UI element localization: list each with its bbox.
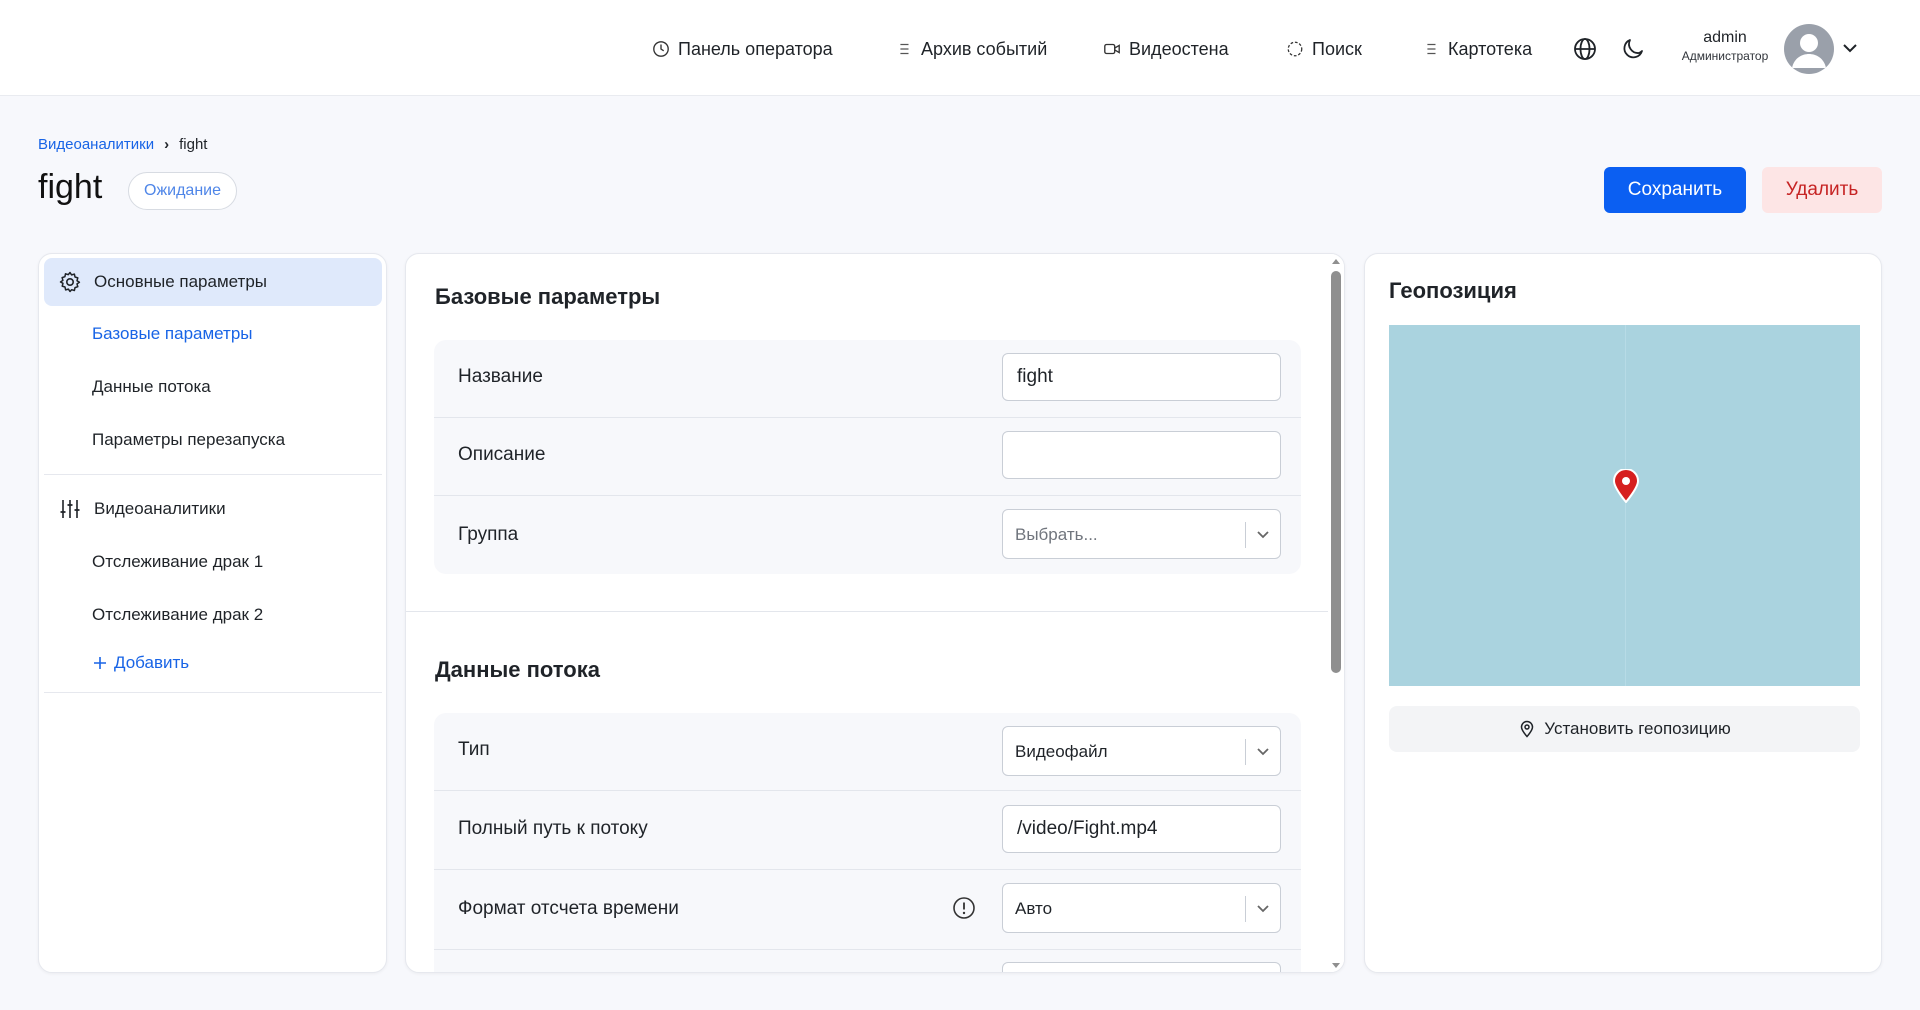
form-row-next bbox=[434, 950, 1301, 972]
nav-card-index[interactable]: Картотека bbox=[1422, 36, 1532, 62]
stream-path-input[interactable] bbox=[1002, 805, 1281, 853]
settings-form-panel: Базовые параметры Название Описание Груп… bbox=[405, 253, 1345, 973]
status-badge: Ожидание bbox=[128, 172, 237, 210]
sliders-icon bbox=[60, 500, 80, 518]
group-label: Группа bbox=[458, 524, 519, 545]
video-camera-icon bbox=[1104, 43, 1120, 55]
map-meridian-line bbox=[1625, 325, 1626, 686]
sidebar-section-label: Основные параметры bbox=[94, 272, 267, 291]
geoposition-panel: Геопозиция Установить геопозицию bbox=[1364, 253, 1882, 973]
clock-icon bbox=[653, 41, 669, 57]
crosshair-icon bbox=[1287, 41, 1303, 57]
form-row-group: Группа Выбрать... bbox=[434, 496, 1301, 574]
stream-data-title: Данные потока bbox=[435, 657, 600, 682]
user-role: Администратор bbox=[1681, 49, 1769, 63]
name-label: Название bbox=[458, 366, 543, 387]
nav-events-archive[interactable]: Архив событий bbox=[895, 36, 1047, 62]
add-analytics-button[interactable]: Добавить bbox=[92, 653, 189, 673]
sidebar-divider bbox=[44, 692, 382, 693]
settings-sidebar: Основные параметры Базовые параметры Дан… bbox=[38, 253, 387, 973]
plus-icon bbox=[94, 657, 106, 669]
form-row-name: Название bbox=[434, 340, 1301, 418]
select-separator bbox=[1245, 896, 1246, 922]
time-format-select-value: Авто bbox=[1015, 899, 1053, 918]
stream-data-group: Тип Видеофайл Полный путь к потоку Форма… bbox=[434, 713, 1301, 972]
map-pin-icon[interactable] bbox=[1612, 469, 1640, 503]
nav-card-index-label: Картотека bbox=[1448, 38, 1533, 59]
sidebar-item-stream-data[interactable]: Данные потока bbox=[92, 377, 211, 397]
list-icon bbox=[1427, 43, 1436, 55]
page-title: fight bbox=[38, 168, 103, 206]
chevron-down-icon bbox=[1257, 905, 1269, 913]
nav-video-wall-label: Видеостена bbox=[1129, 38, 1229, 59]
gear-icon bbox=[59, 271, 81, 293]
breadcrumb-separator: › bbox=[164, 136, 170, 153]
location-pin-icon bbox=[1521, 720, 1534, 738]
sidebar-item-fight-tracking-2[interactable]: Отслеживание драк 2 bbox=[92, 605, 263, 625]
breadcrumb-current: fight bbox=[179, 136, 208, 153]
scrollbar-thumb[interactable] bbox=[1331, 271, 1341, 673]
set-geoposition-label: Установить геопозицию bbox=[1544, 719, 1731, 738]
nav-operator-panel-label: Панель оператора bbox=[678, 38, 833, 59]
group-select[interactable]: Выбрать... bbox=[1002, 509, 1281, 559]
nav-search[interactable]: Поиск bbox=[1286, 36, 1362, 62]
sidebar-section-main-params[interactable]: Основные параметры bbox=[44, 258, 382, 306]
form-row-time-format: Формат отсчета времени Авто bbox=[434, 870, 1301, 950]
avatar[interactable] bbox=[1784, 24, 1834, 74]
scroll-up-arrow-icon[interactable] bbox=[1331, 257, 1341, 265]
sidebar-item-base-params[interactable]: Базовые параметры bbox=[92, 324, 253, 344]
sidebar-item-fight-tracking-1[interactable]: Отслеживание драк 1 bbox=[92, 552, 263, 572]
type-select-value: Видеофайл bbox=[1015, 742, 1108, 761]
select-separator bbox=[1245, 522, 1246, 548]
geoposition-title: Геопозиция bbox=[1389, 278, 1517, 303]
breadcrumb: Видеоаналитики › fight bbox=[38, 136, 207, 153]
select-separator bbox=[1245, 739, 1246, 765]
breadcrumb-parent-link[interactable]: Видеоаналитики bbox=[38, 136, 154, 153]
type-select[interactable]: Видеофайл bbox=[1002, 726, 1281, 776]
set-geoposition-button[interactable]: Установить геопозицию bbox=[1389, 706, 1860, 752]
sidebar-divider bbox=[44, 474, 382, 475]
nav-search-label: Поиск bbox=[1312, 38, 1362, 59]
save-button[interactable]: Сохранить bbox=[1604, 167, 1746, 213]
user-info: admin Администратор bbox=[1660, 28, 1790, 64]
sidebar-section-label: Видеоаналитики bbox=[94, 499, 226, 518]
section-divider bbox=[406, 611, 1328, 612]
top-navigation-bar: Панель оператора Архив событий Видеостен… bbox=[0, 0, 1920, 96]
chevron-down-icon[interactable] bbox=[1840, 38, 1860, 58]
user-icon bbox=[1792, 34, 1826, 68]
next-field-select[interactable] bbox=[1002, 962, 1281, 972]
time-format-label: Формат отсчета времени bbox=[458, 898, 679, 919]
base-params-title: Базовые параметры bbox=[435, 284, 661, 309]
info-icon[interactable] bbox=[952, 896, 976, 920]
list-icon bbox=[900, 43, 909, 55]
delete-button[interactable]: Удалить bbox=[1762, 167, 1882, 213]
stream-path-label: Полный путь к потоку bbox=[458, 818, 648, 839]
nav-video-wall[interactable]: Видеостена bbox=[1103, 36, 1229, 62]
chevron-down-icon bbox=[1257, 748, 1269, 756]
description-label: Описание bbox=[458, 444, 546, 465]
base-params-group: Название Описание Группа Выбрать... bbox=[434, 340, 1301, 574]
form-row-type: Тип Видеофайл bbox=[434, 713, 1301, 791]
form-row-stream-path: Полный путь к потоку bbox=[434, 792, 1301, 870]
nav-events-archive-label: Архив событий bbox=[921, 38, 1048, 59]
add-analytics-label: Добавить bbox=[114, 653, 190, 672]
user-name: admin bbox=[1703, 29, 1747, 46]
description-input[interactable] bbox=[1002, 431, 1281, 479]
globe-icon[interactable] bbox=[1572, 36, 1598, 62]
group-select-placeholder: Выбрать... bbox=[1015, 525, 1098, 544]
map-view[interactable] bbox=[1389, 325, 1860, 686]
nav-operator-panel[interactable]: Панель оператора bbox=[652, 36, 833, 62]
moon-icon[interactable] bbox=[1620, 36, 1646, 62]
sidebar-section-video-analytics[interactable]: Видеоаналитики bbox=[44, 485, 382, 533]
time-format-select[interactable]: Авто bbox=[1002, 883, 1281, 933]
form-row-description: Описание bbox=[434, 418, 1301, 496]
chevron-down-icon bbox=[1257, 531, 1269, 539]
type-label: Тип bbox=[458, 739, 490, 760]
scroll-down-arrow-icon[interactable] bbox=[1331, 962, 1341, 970]
name-input[interactable] bbox=[1002, 353, 1281, 401]
sidebar-item-restart-params[interactable]: Параметры перезапуска bbox=[92, 430, 285, 450]
